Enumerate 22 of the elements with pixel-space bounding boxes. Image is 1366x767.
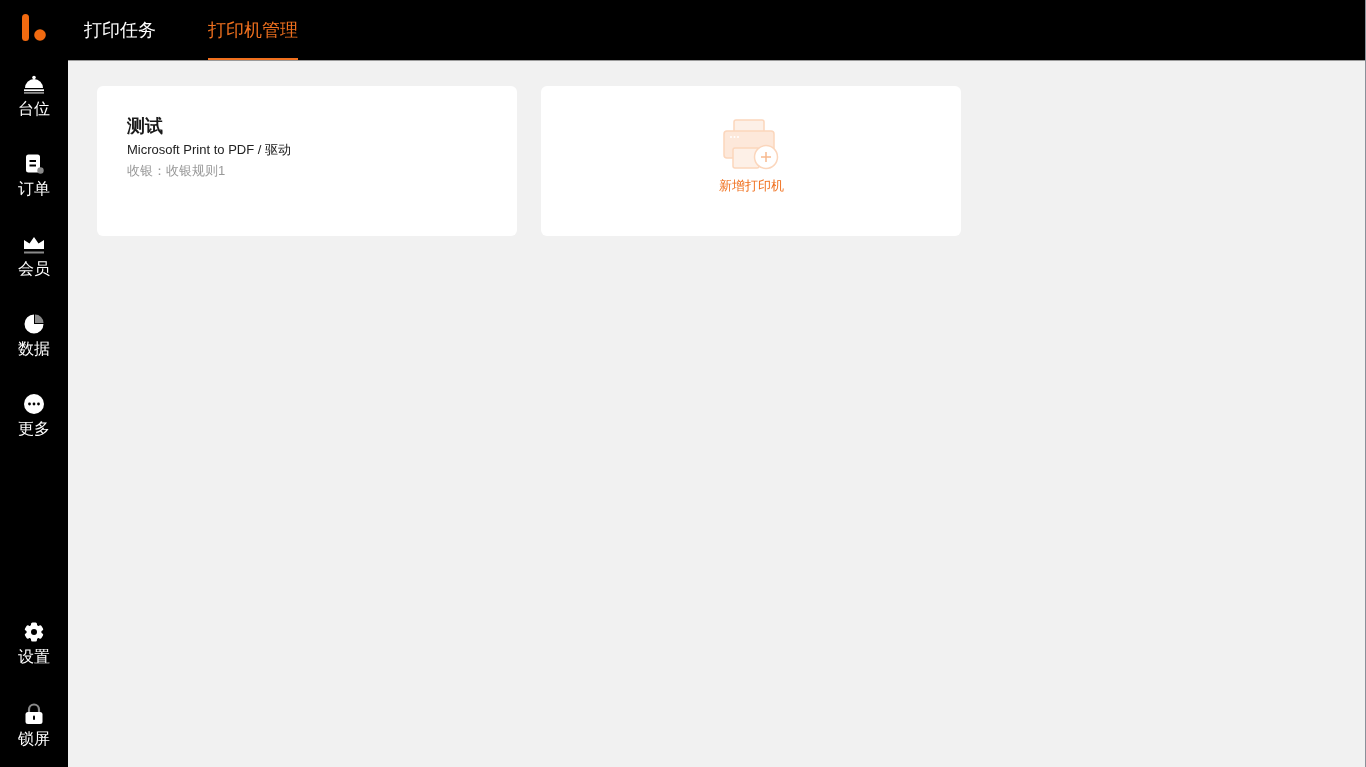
more-icon <box>24 394 44 414</box>
printer-driver: Microsoft Print to PDF / 驱动 <box>127 141 291 159</box>
printer-name: 测试 <box>127 115 163 138</box>
sidebar-item[interactable]: 锁屏 <box>0 685 68 767</box>
printer-card[interactable]: 测试 Microsoft Print to PDF / 驱动 收银：收银规则1 <box>97 86 517 236</box>
sidebar-item[interactable]: 设置 <box>0 603 68 685</box>
sidebar-item[interactable]: 台位 <box>0 66 68 146</box>
logo-icon <box>22 14 46 42</box>
sidebar-item[interactable]: 更多 <box>0 386 68 466</box>
crown-icon <box>23 235 45 254</box>
pie-chart-icon <box>24 314 44 334</box>
sidebar-item[interactable]: 会员 <box>0 226 68 306</box>
cloche-icon <box>23 75 45 94</box>
sidebar-item[interactable]: 订单 <box>0 146 68 226</box>
tab[interactable]: 打印任务 <box>84 0 156 60</box>
settings-icon <box>24 622 44 642</box>
printer-rule: 收银：收银规则1 <box>127 162 226 180</box>
tab[interactable]: 打印机管理 <box>208 0 298 60</box>
printer-add-icon <box>723 119 779 171</box>
document-icon <box>24 154 44 174</box>
sidebar-item[interactable]: 数据 <box>0 306 68 386</box>
lock-icon <box>24 703 44 724</box>
